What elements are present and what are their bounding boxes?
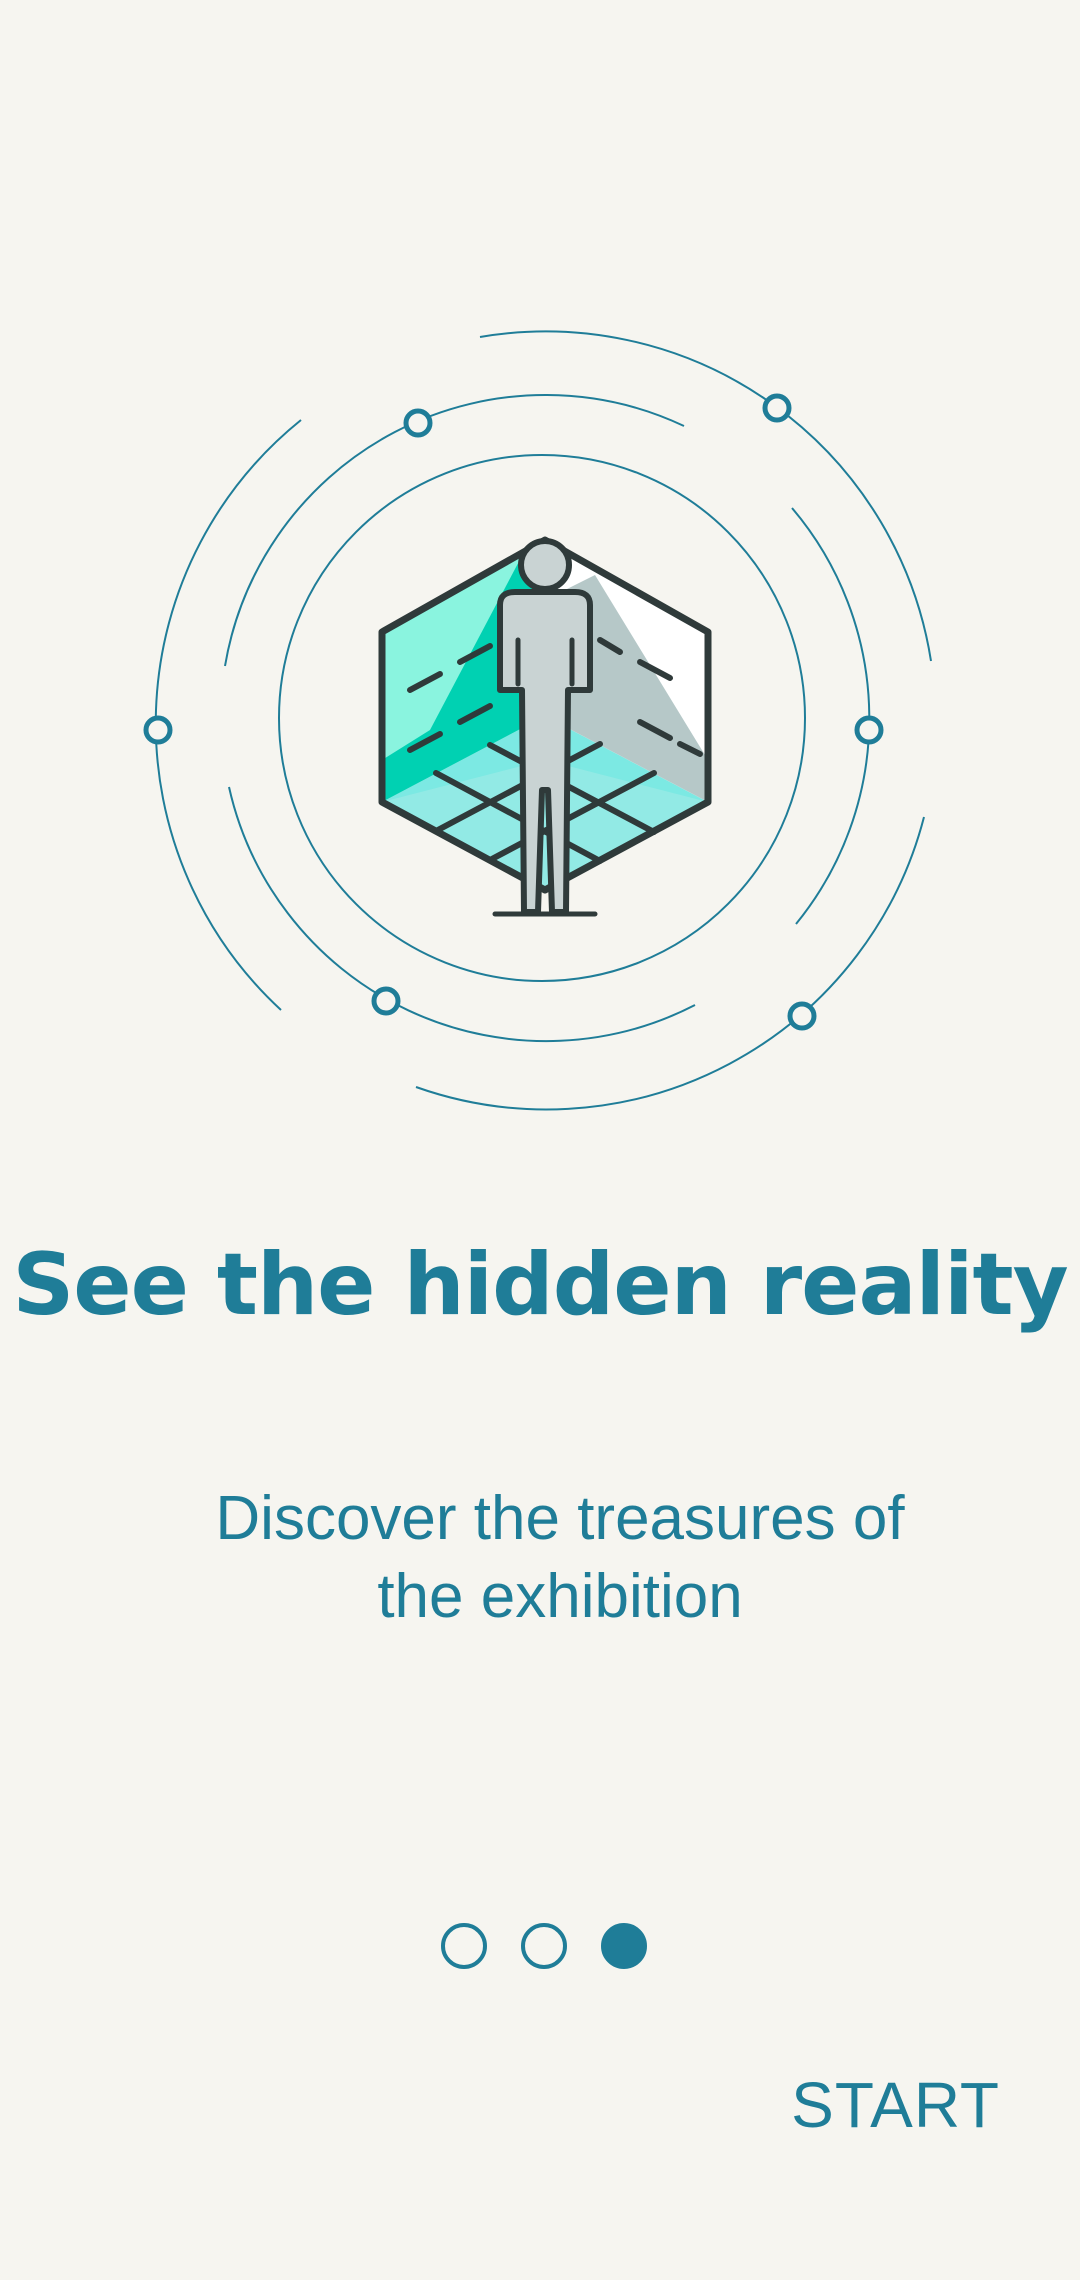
onboarding-subtitle: Discover the treasures of the exhibition (215, 1484, 905, 1631)
page-indicator-dot-3-active[interactable] (601, 1923, 647, 1969)
page-indicator-dot-1[interactable] (441, 1923, 487, 1969)
vr-room-person-icon (378, 536, 712, 917)
start-button[interactable]: START (791, 2068, 1000, 2142)
page-indicator (0, 1923, 1080, 1969)
hero-illustration (143, 330, 932, 1111)
page-indicator-dot-2[interactable] (521, 1923, 567, 1969)
onboarding-title: See the hidden reality (12, 1235, 1068, 1335)
